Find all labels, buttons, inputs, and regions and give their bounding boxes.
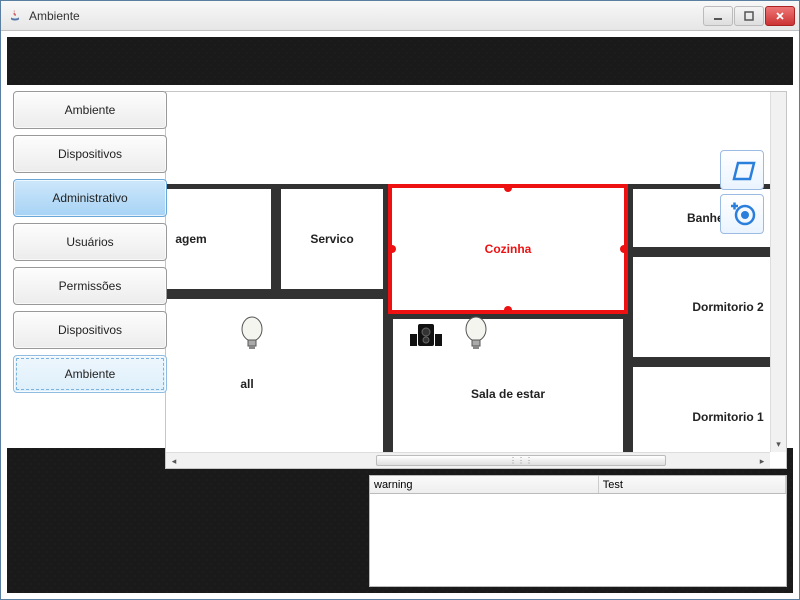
titlebar: Ambiente xyxy=(1,1,799,31)
room-label: Dormitorio 2 xyxy=(692,300,763,314)
app-window: Ambiente Ambiente Dispositivos Administrat… xyxy=(0,0,800,600)
room-label: agem xyxy=(175,232,206,246)
java-app-icon xyxy=(7,8,23,24)
lightbulb-icon[interactable] xyxy=(238,316,268,356)
room-label: Dormitorio 1 xyxy=(692,410,763,424)
sidebar-item-label: Ambiente xyxy=(65,367,116,381)
minimize-button[interactable] xyxy=(703,6,733,26)
room-cozinha[interactable]: Cozinha xyxy=(388,184,628,314)
lightbulb-icon[interactable] xyxy=(462,316,492,356)
resize-handle[interactable] xyxy=(504,184,512,192)
resize-handle[interactable] xyxy=(388,245,396,253)
add-room-tool[interactable] xyxy=(720,150,764,190)
room-servico[interactable]: Servico xyxy=(276,184,388,294)
sidebar-item-label: Usuários xyxy=(66,235,113,249)
resize-handle[interactable] xyxy=(504,306,512,314)
log-columns-header: warning Test xyxy=(370,476,786,494)
sidebar-item-ambiente[interactable]: Ambiente xyxy=(13,91,167,129)
close-button[interactable] xyxy=(765,6,795,26)
horizontal-scrollbar[interactable]: ◂ ⋮⋮⋮ ▸ xyxy=(166,452,770,468)
log-column-header[interactable]: warning xyxy=(370,476,599,493)
maximize-button[interactable] xyxy=(734,6,764,26)
room-label: all xyxy=(240,377,253,391)
floorplan-canvas: agemServicoCozinhaBanheiroDormitorio 2Do… xyxy=(166,92,770,452)
room-label: Cozinha xyxy=(485,242,532,256)
sidebar-item-permissoes[interactable]: Permissões xyxy=(13,267,167,305)
add-device-tool[interactable] xyxy=(720,194,764,234)
sidebar-item-label: Permissões xyxy=(59,279,122,293)
sidebar-item-usuarios[interactable]: Usuários xyxy=(13,223,167,261)
floorplan-viewport[interactable]: agemServicoCozinhaBanheiroDormitorio 2Do… xyxy=(166,92,770,452)
resize-handle[interactable] xyxy=(620,245,628,253)
room-label: Servico xyxy=(310,232,353,246)
floorplan-panel: agemServicoCozinhaBanheiroDormitorio 2Do… xyxy=(165,91,787,469)
room-all[interactable]: all xyxy=(166,294,388,452)
sidebar-item-dispositivos[interactable]: Dispositivos xyxy=(13,135,167,173)
horizontal-scroll-thumb[interactable]: ⋮⋮⋮ xyxy=(376,455,666,466)
sidebar-item-administrativo[interactable]: Administrativo xyxy=(13,179,167,217)
room-agem[interactable]: agem xyxy=(166,184,276,294)
scroll-right-icon[interactable]: ▸ xyxy=(754,453,770,469)
log-panel: warning Test xyxy=(369,475,787,587)
sidebar-item-label: Ambiente xyxy=(65,103,116,117)
window-title: Ambiente xyxy=(29,9,703,23)
sidebar-item-label: Dispositivos xyxy=(58,323,122,337)
sidebar-nav: Ambiente Dispositivos Administrativo Usuári… xyxy=(13,91,167,393)
room-dormitorio-1[interactable]: Dormitorio 1 xyxy=(628,362,770,452)
room-label: Sala de estar xyxy=(471,387,545,401)
vertical-scrollbar[interactable]: ▾ xyxy=(770,92,786,452)
sidebar-item-ambiente[interactable]: Ambiente xyxy=(13,355,167,393)
room-dormitorio-2[interactable]: Dormitorio 2 xyxy=(628,252,770,362)
sidebar-item-label: Dispositivos xyxy=(58,147,122,161)
log-column-header[interactable]: Test xyxy=(599,476,786,493)
scroll-down-icon[interactable]: ▾ xyxy=(771,436,786,452)
speaker-icon[interactable] xyxy=(406,320,436,360)
sidebar-item-dispositivos[interactable]: Dispositivos xyxy=(13,311,167,349)
sidebar-item-label: Administrativo xyxy=(52,191,127,205)
scroll-left-icon[interactable]: ◂ xyxy=(166,453,182,469)
